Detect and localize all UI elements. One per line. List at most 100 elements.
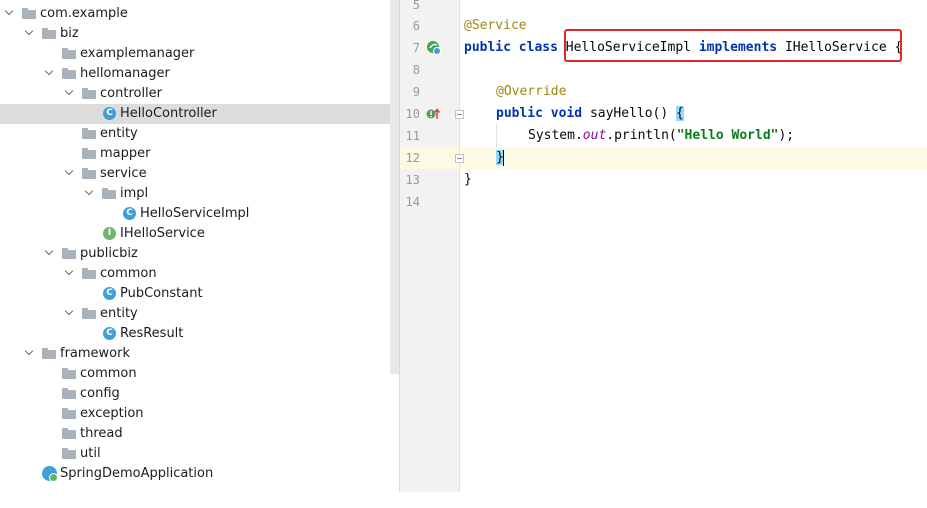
java-class-icon: C [123, 207, 136, 220]
line-number: 11 [405, 129, 420, 143]
tree-item-label: entity [100, 306, 138, 321]
tree-item-label: impl [120, 186, 149, 201]
tree-item[interactable]: impl [0, 184, 400, 204]
java-class-icon: C [103, 327, 116, 340]
tree-item[interactable]: C ResResult [0, 324, 400, 344]
spring-bean-icon[interactable] [426, 40, 442, 56]
line-number: 7 [412, 41, 420, 55]
chevron-down-icon[interactable] [66, 170, 73, 177]
java-class-icon: C [103, 287, 116, 300]
string-literal: "Hello World" [676, 128, 779, 143]
tree-item[interactable]: C PubConstant [0, 284, 400, 304]
tree-item-label: PubConstant [120, 286, 203, 301]
tree-item[interactable]: C HelloServiceImpl [0, 204, 400, 224]
code-line-10[interactable]: public void sayHello() { [496, 103, 684, 125]
package-folder-icon [62, 408, 76, 419]
code-editor[interactable]: 5 6 7 8 9 10 11 12 13 14 @Service public… [400, 0, 927, 492]
tree-item[interactable]: com.example [0, 4, 400, 24]
chevron-down-icon[interactable] [46, 70, 53, 77]
tree-item-label: HelloServiceImpl [140, 206, 250, 221]
tree-item-label: thread [80, 426, 123, 441]
chevron-down-icon[interactable] [26, 30, 33, 37]
tree-item-label: util [80, 446, 101, 461]
tree-item[interactable]: mapper [0, 144, 400, 164]
tree-item-label: exception [80, 406, 144, 421]
text-caret [502, 149, 504, 166]
tree-item-label: biz [60, 26, 79, 41]
package-folder-icon [62, 388, 76, 399]
chevron-down-icon[interactable] [46, 250, 53, 257]
implements-method-icon[interactable] [426, 107, 442, 121]
package-folder-icon [82, 88, 96, 99]
tree-item[interactable]: C HelloController [0, 104, 400, 124]
matched-brace: { [676, 106, 684, 121]
tree-item[interactable]: util [0, 444, 400, 464]
tree-item-label: HelloController [120, 106, 217, 121]
tree-item[interactable]: I IHelloService [0, 224, 400, 244]
tree-item-label: controller [100, 86, 163, 101]
tree-item-label: entity [100, 126, 138, 141]
package-folder-icon [82, 168, 96, 179]
chevron-down-icon[interactable] [26, 350, 33, 357]
tree-item[interactable]: examplemanager [0, 44, 400, 64]
code-line-12[interactable]: } [496, 147, 504, 169]
tree-item[interactable]: entity [0, 124, 400, 144]
system-ref: System. [528, 128, 583, 143]
tree-item[interactable]: exception [0, 404, 400, 424]
tree-item[interactable]: SpringDemoApplication [0, 464, 400, 484]
tree-item[interactable]: config [0, 384, 400, 404]
tree-item[interactable]: framework [0, 344, 400, 364]
package-folder-icon [62, 428, 76, 439]
tree-item-label: common [100, 266, 157, 281]
package-folder-icon [82, 268, 96, 279]
tree-item[interactable]: entity [0, 304, 400, 324]
code-line-9[interactable]: @Override [496, 81, 566, 103]
tree-item[interactable]: thread [0, 424, 400, 444]
statement-end: ); [778, 128, 795, 143]
tree-item-label: config [80, 386, 120, 401]
package-folder-icon [82, 148, 96, 159]
tree-item[interactable]: controller [0, 84, 400, 104]
keyword: public [496, 106, 543, 121]
package-folder-icon [62, 48, 76, 59]
package-folder-icon [102, 188, 116, 199]
package-folder-icon [62, 248, 76, 259]
fold-marker[interactable] [455, 154, 464, 163]
indent-guide [496, 124, 497, 147]
brace: } [464, 172, 472, 187]
tree-item[interactable]: hellomanager [0, 64, 400, 84]
project-tree: com.example biz examplemanager hellomanager… [0, 0, 400, 508]
tree-item[interactable]: common [0, 364, 400, 384]
chevron-down-icon[interactable] [66, 270, 73, 277]
tree-item-label: examplemanager [80, 46, 195, 61]
code-line-11[interactable]: System.out.println("Hello World"); [528, 125, 794, 147]
package-folder-icon [62, 368, 76, 379]
tree-item-label: com.example [40, 6, 128, 21]
tree-item-label: publicbiz [80, 246, 138, 261]
static-field: out [582, 128, 607, 143]
package-folder-icon [42, 28, 56, 39]
tree-item[interactable]: biz [0, 24, 400, 44]
code-line-6[interactable]: @Service [464, 15, 527, 37]
chevron-down-icon[interactable] [66, 90, 73, 97]
keyword: void [550, 106, 583, 121]
package-folder-icon [62, 448, 76, 459]
chevron-down-icon[interactable] [6, 10, 13, 17]
tree-item[interactable]: service [0, 164, 400, 184]
tree-item[interactable]: publicbiz [0, 244, 400, 264]
chevron-down-icon[interactable] [66, 310, 73, 317]
chevron-down-icon[interactable] [86, 190, 93, 197]
fold-marker[interactable] [455, 110, 464, 119]
line-number: 14 [405, 195, 420, 209]
keyword: public [464, 40, 511, 55]
current-line-highlight [460, 147, 927, 169]
tree-item[interactable]: common [0, 264, 400, 284]
tree-item-label: framework [60, 346, 131, 361]
line-number: 5 [412, 0, 420, 12]
line-number: 10 [405, 107, 420, 121]
package-folder-icon [82, 128, 96, 139]
tree-item-label: common [80, 366, 137, 381]
package-folder-icon [62, 68, 76, 79]
horizontal-scrollbar[interactable] [0, 492, 927, 508]
code-line-13[interactable]: } [464, 169, 472, 191]
